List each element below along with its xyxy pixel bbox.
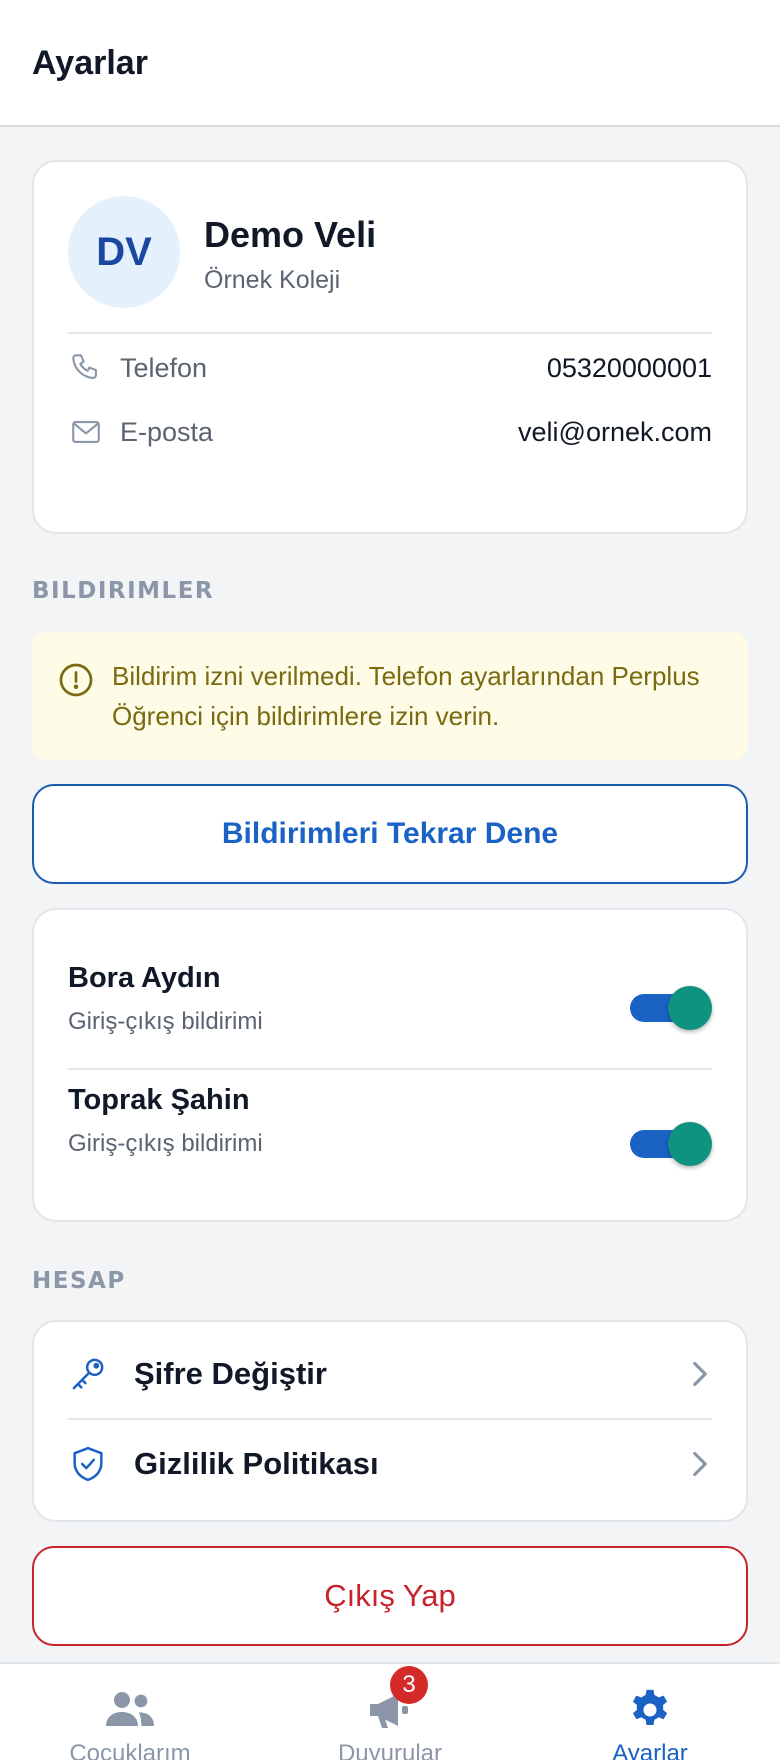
tab-label: Çocuklarım [69,1740,191,1760]
mail-icon [68,414,104,450]
change-password-label: Şifre Değiştir [134,1356,327,1391]
child-name: Bora Aydın [68,962,221,994]
account-card: Şifre Değiştir Gizlilik Politikası [32,1320,748,1522]
app-header: Ayarlar [0,0,780,127]
key-icon [68,1354,108,1394]
gear-icon [624,1686,676,1734]
phone-row: Telefon 05320000001 [68,348,712,388]
tab-children[interactable]: Çocuklarım [0,1664,260,1760]
users-icon [104,1686,156,1734]
tab-label: Duyurular [337,1740,443,1760]
notification-toggle[interactable] [630,986,712,1030]
privacy-policy-item[interactable]: Gizlilik Politikası [68,1420,712,1508]
email-row: E-posta veli@ornek.com [68,412,712,452]
child-name: Toprak Şahin [68,1084,250,1116]
child-notification-row: Toprak Şahin Giriş-çıkış bildirimi [68,1032,712,1166]
profile-name: Demo Veli [204,214,377,255]
notification-badge: 3 [390,1666,428,1704]
shield-check-icon [68,1444,108,1484]
tab-label: Ayarlar [612,1740,688,1760]
divider [68,332,712,334]
change-password-item[interactable]: Şifre Değiştir [68,1330,712,1418]
email-value: veli@ornek.com [518,416,712,447]
account-section-title: HESAP [32,1268,126,1294]
profile-card: DV Demo Veli Örnek Koleji Telefon 053200… [32,160,748,534]
permission-warning: Bildirim izni verilmedi. Telefon ayarlar… [32,632,748,760]
notification-toggle[interactable] [630,1122,712,1166]
notifications-section-title: BILDIRIMLER [32,578,215,604]
page-title: Ayarlar [32,44,148,82]
child-notification-subtitle: Giriş-çıkış bildirimi [68,1130,263,1157]
warning-text: Bildirim izni verilmedi. Telefon ayarlar… [112,661,700,731]
phone-icon [68,350,104,386]
chevron-right-icon [688,1448,712,1480]
bottom-tab-bar: Çocuklarım Duyurular Ayarlar [0,1662,780,1760]
profile-school: Örnek Koleji [204,266,341,294]
phone-label: Telefon [120,352,208,383]
child-notification-row: Bora Aydın Giriş-çıkış bildirimi [68,910,712,1035]
tab-settings[interactable]: Ayarlar [520,1664,780,1760]
child-notifications-card: Bora Aydın Giriş-çıkış bildirimi Toprak … [32,908,748,1222]
email-label: E-posta [120,416,214,447]
toggle-knob [668,986,712,1030]
phone-value: 05320000001 [546,352,712,383]
chevron-right-icon [688,1358,712,1390]
retry-notifications-button[interactable]: Bildirimleri Tekrar Dene [32,784,748,884]
privacy-policy-label: Gizlilik Politikası [134,1446,379,1481]
alert-circle-icon [58,662,94,698]
logout-button[interactable]: Çıkış Yap [32,1546,748,1646]
toggle-knob [668,1122,712,1166]
avatar: DV [68,196,180,308]
